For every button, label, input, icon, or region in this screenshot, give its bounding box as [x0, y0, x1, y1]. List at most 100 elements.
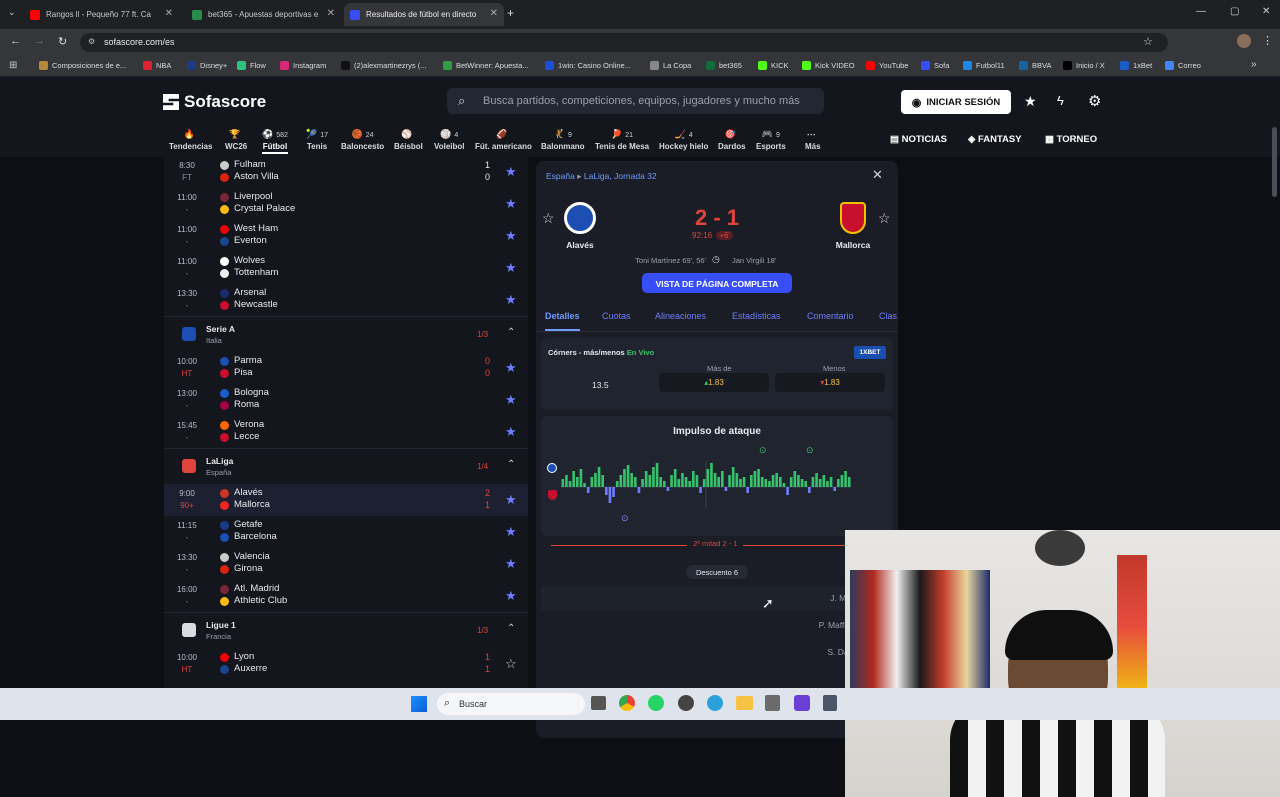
detail-tab[interactable]: Detalles — [545, 311, 580, 331]
match-row[interactable]: 10:00 HT Parma Pisa 0 0 ★ — [164, 352, 528, 384]
breadcrumb-round[interactable]: LaLiga, Jornada 32 — [584, 171, 657, 181]
bookmark-item[interactable]: KICK — [758, 61, 789, 70]
sport-tab[interactable]: 🎾 17 Tenis — [306, 129, 328, 151]
match-row[interactable]: 10:00 HT Lyon Auxerre 1 1 ☆ — [164, 648, 528, 680]
maximize-icon[interactable]: ▢ — [1230, 6, 1239, 17]
favorite-star-icon[interactable]: ★ — [505, 556, 517, 572]
league-header[interactable]: LaLiga España 1/4 ⌃ — [164, 448, 528, 484]
bookmark-item[interactable]: BBVA — [1019, 61, 1051, 70]
favorite-star-icon[interactable]: ★ — [505, 164, 517, 180]
detail-tab[interactable]: Alineaciones — [655, 311, 706, 321]
favorite-star-icon[interactable]: ★ — [505, 292, 517, 308]
close-tab-icon[interactable]: ✕ — [327, 8, 335, 19]
close-panel-icon[interactable]: ✕ — [872, 167, 883, 183]
favorite-star-icon[interactable]: ★ — [505, 260, 517, 276]
grid-app-icon[interactable] — [794, 695, 810, 711]
telegram-icon[interactable] — [707, 695, 723, 711]
obs-icon[interactable] — [678, 695, 694, 711]
away-team-name[interactable]: Mallorca — [823, 240, 883, 250]
league-header[interactable]: Serie A Italia 1/3 ⌃ — [164, 316, 528, 352]
file-explorer-icon[interactable] — [736, 696, 753, 710]
bookmark-item[interactable]: 1xBet — [1120, 61, 1152, 70]
nav-fantasy-link[interactable]: ◈ FANTASY — [968, 134, 1022, 145]
whatsapp-icon[interactable] — [648, 695, 664, 711]
match-row[interactable]: 13:30 - Arsenal Newcastle ★ — [164, 284, 528, 316]
sport-tab[interactable]: ⋯ Más — [805, 129, 821, 151]
site-info-icon[interactable]: ⚙ — [88, 37, 95, 46]
league-header[interactable]: Ligue 1 Francia 1/3 ⌃ — [164, 612, 528, 648]
collapse-chevron-icon[interactable]: ⌃ — [507, 459, 515, 470]
close-tab-icon[interactable]: ✕ — [490, 8, 498, 19]
sport-tab[interactable]: 🏓 21 Tenis de Mesa — [595, 129, 649, 151]
match-row[interactable]: 11:00 - West Ham Everton ★ — [164, 220, 528, 252]
chrome-taskbar-icon[interactable] — [619, 695, 635, 711]
apps-icon[interactable]: ⊞ — [9, 60, 17, 71]
profile-avatar[interactable] — [1237, 34, 1251, 48]
sport-tab[interactable]: 🏆 WC26 — [225, 129, 247, 151]
settings-gear-icon[interactable]: ⚙ — [1088, 92, 1101, 110]
collapse-chevron-icon[interactable]: ⌃ — [507, 327, 515, 338]
bookmark-item[interactable]: YouTube — [866, 61, 908, 70]
bookmark-item[interactable]: Kick VIDEO — [802, 61, 855, 70]
back-icon[interactable]: ← — [10, 35, 21, 47]
match-row[interactable]: 11:00 - Wolves Tottenham ★ — [164, 252, 528, 284]
bookmark-item[interactable]: Futbol11 — [963, 61, 1005, 70]
lightning-icon[interactable]: ϟ — [1057, 93, 1064, 108]
match-row[interactable]: 16:00 - Atl. Madrid Athletic Club ★ — [164, 580, 528, 612]
home-team-name[interactable]: Alavés — [550, 240, 610, 250]
sport-tab[interactable]: 🎮 9 Esports — [756, 129, 786, 151]
sport-tab[interactable]: 🏀 24 Baloncesto — [341, 129, 384, 151]
close-tab-icon[interactable]: ✕ — [165, 8, 173, 19]
favorite-star-icon[interactable]: ★ — [505, 524, 517, 540]
bookmark-item[interactable]: La Copa — [650, 61, 691, 70]
full-page-view-button[interactable]: VISTA DE PÁGINA COMPLETA — [642, 273, 792, 293]
nav-news-link[interactable]: ▤ NOTICIAS — [890, 134, 947, 145]
forward-icon[interactable]: → — [34, 35, 45, 47]
odds-under-button[interactable]: ▾1.83 — [775, 373, 885, 392]
match-row[interactable]: 8:30 FT Fulham Aston Villa 1 0 ★ — [164, 157, 528, 188]
bookmark-item[interactable]: Sofa — [921, 61, 949, 70]
match-row[interactable]: 13:00 - Bologna Roma ★ — [164, 384, 528, 416]
url-input[interactable]: sofascore.com/es — [80, 33, 1168, 52]
detail-tab[interactable]: Comentario — [807, 311, 854, 321]
bookmark-item[interactable]: (2)alexmartinezrys (... — [341, 61, 427, 70]
sofascore-logo[interactable]: Sofascore — [163, 92, 266, 112]
bookmark-item[interactable]: Inicio / X — [1063, 61, 1105, 70]
favorite-star-icon[interactable]: ★ — [505, 228, 517, 244]
odds-over-button[interactable]: ▴1.83 — [659, 373, 769, 392]
detail-tab[interactable]: Clas — [879, 311, 897, 321]
bookmark-item[interactable]: bet365 — [706, 61, 742, 70]
task-view-icon[interactable] — [591, 696, 606, 710]
collapse-chevron-icon[interactable]: ⌃ — [507, 623, 515, 634]
match-row[interactable]: 11:00 - Liverpool Crystal Palace ★ — [164, 188, 528, 220]
taskbar-search[interactable]: ⌕ Buscar — [437, 693, 585, 715]
bookmark-item[interactable]: Instagram — [280, 61, 326, 70]
bookmark-star-icon[interactable]: ☆ — [1143, 35, 1153, 48]
home-follow-star-icon[interactable]: ☆ — [542, 210, 555, 227]
menu-icon[interactable]: ⋮ — [1262, 34, 1273, 47]
alaves-crest[interactable] — [564, 202, 596, 234]
tab-search-icon[interactable]: ⌄ — [8, 7, 16, 18]
site-search-input[interactable]: ⌕ Busca partidos, competiciones, equipos… — [447, 88, 824, 114]
start-icon[interactable] — [411, 696, 427, 712]
sport-tab[interactable]: 🏒 4 Hockey hielo — [659, 129, 708, 151]
nav-tournament-link[interactable]: ▦ TORNEO — [1045, 134, 1097, 145]
favorite-star-icon[interactable]: ★ — [505, 492, 517, 508]
sport-tab[interactable]: 🏈 Fút. americano — [475, 129, 532, 151]
bookmark-item[interactable]: Correo — [1165, 61, 1201, 70]
minimize-icon[interactable]: — — [1196, 6, 1206, 17]
bookmark-item[interactable]: BetWinner: Apuesta... — [443, 61, 529, 70]
browser-tab[interactable]: Rangos ll - Pequeño 77 ft. Ca ✕ — [24, 3, 179, 26]
mallorca-crest[interactable] — [840, 202, 866, 234]
match-row[interactable]: 11:15 - Getafe Barcelona ★ — [164, 516, 528, 548]
bookmark-item[interactable]: Composiciones de e... — [39, 61, 126, 70]
close-window-icon[interactable]: ✕ — [1262, 6, 1270, 17]
app-icon[interactable] — [765, 695, 780, 711]
detail-tab[interactable]: Cuotas — [602, 311, 631, 321]
sport-tab[interactable]: 🏐 4 Voleibol — [434, 129, 465, 151]
match-row[interactable]: 15:45 - Verona Lecce ★ — [164, 416, 528, 448]
sport-tab[interactable]: ⚽ 582 Fútbol — [262, 129, 288, 154]
page-scrollbar[interactable] — [1272, 127, 1277, 197]
sport-tab[interactable]: ⚾ Béisbol — [394, 129, 423, 151]
more-bookmarks-icon[interactable]: » — [1251, 59, 1257, 70]
